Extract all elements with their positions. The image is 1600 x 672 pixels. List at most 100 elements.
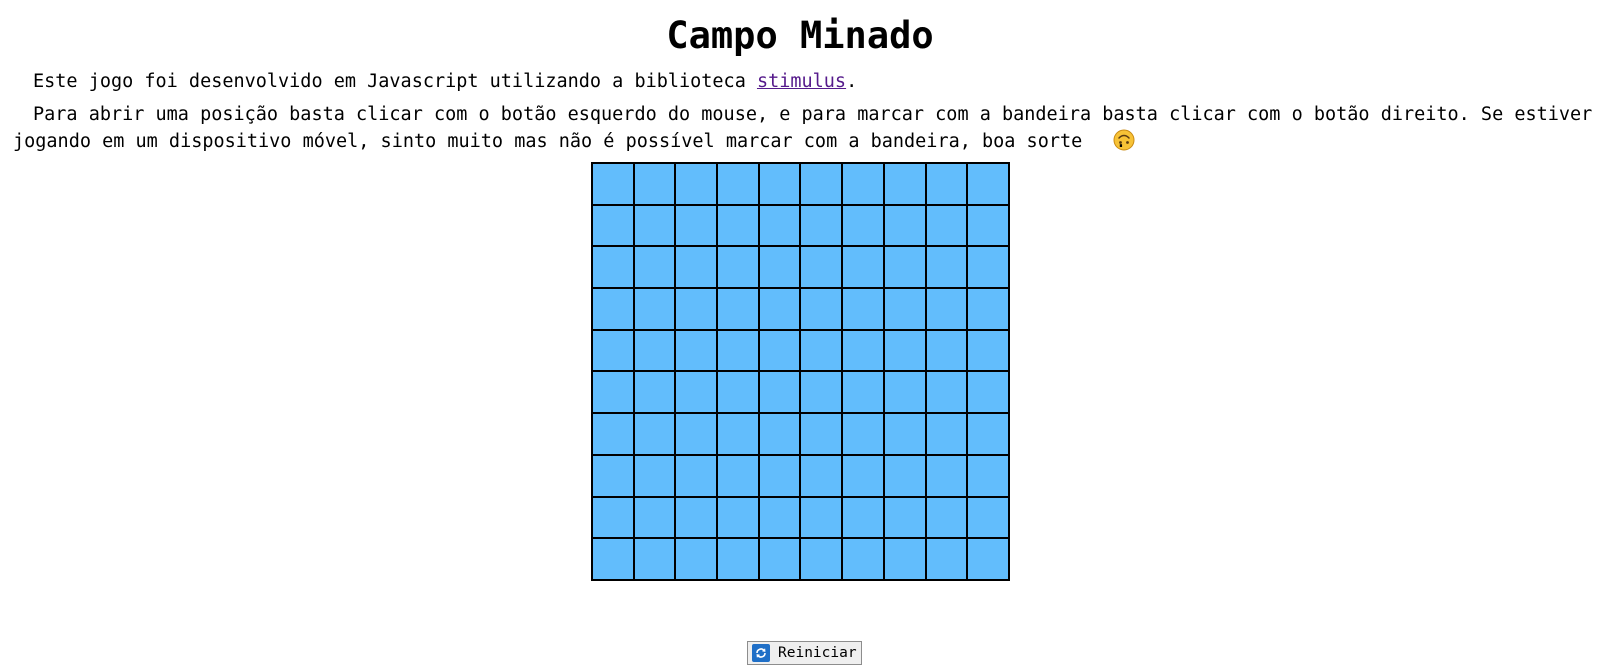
- board-cell[interactable]: [592, 246, 634, 289]
- board-cell[interactable]: [883, 496, 926, 539]
- board-cell[interactable]: [717, 496, 759, 539]
- board-cell[interactable]: [800, 163, 843, 205]
- board-cell[interactable]: [675, 329, 718, 372]
- board-cell[interactable]: [592, 329, 634, 372]
- board-cell[interactable]: [925, 288, 968, 330]
- board-cell[interactable]: [842, 288, 884, 330]
- board-cell[interactable]: [675, 204, 718, 247]
- board-cell[interactable]: [717, 329, 759, 372]
- board-cell[interactable]: [883, 371, 926, 414]
- board-cell[interactable]: [925, 413, 968, 455]
- board-cell[interactable]: [758, 371, 801, 414]
- board-cell[interactable]: [675, 538, 718, 580]
- board-cell[interactable]: [883, 246, 926, 289]
- board-cell[interactable]: [633, 496, 676, 539]
- board-cell[interactable]: [717, 204, 759, 247]
- board-cell[interactable]: [800, 496, 843, 539]
- board-cell[interactable]: [800, 413, 843, 455]
- board-cell[interactable]: [925, 329, 968, 372]
- board-cell[interactable]: [883, 329, 926, 372]
- board-cell[interactable]: [925, 371, 968, 414]
- board-cell[interactable]: [883, 288, 926, 330]
- board-cell[interactable]: [675, 163, 718, 205]
- stimulus-link[interactable]: stimulus: [757, 71, 846, 92]
- board-cell[interactable]: [967, 204, 1009, 247]
- board-cell[interactable]: [633, 288, 676, 330]
- board-cell[interactable]: [883, 413, 926, 455]
- board-cell[interactable]: [633, 454, 676, 497]
- board-cell[interactable]: [883, 538, 926, 580]
- board-cell[interactable]: [633, 204, 676, 247]
- board-cell[interactable]: [842, 538, 884, 580]
- board-cell[interactable]: [633, 246, 676, 289]
- board-cell[interactable]: [842, 454, 884, 497]
- board-cell[interactable]: [800, 329, 843, 372]
- board-cell[interactable]: [592, 496, 634, 539]
- board-cell[interactable]: [800, 454, 843, 497]
- board-cell[interactable]: [925, 204, 968, 247]
- board-cell[interactable]: [800, 288, 843, 330]
- board-cell[interactable]: [592, 204, 634, 247]
- board-cell[interactable]: [967, 413, 1009, 455]
- board-cell[interactable]: [758, 538, 801, 580]
- board-cell[interactable]: [967, 538, 1009, 580]
- board-cell[interactable]: [758, 496, 801, 539]
- board-cell[interactable]: [717, 163, 759, 205]
- board-cell[interactable]: [758, 163, 801, 205]
- board-cell[interactable]: [967, 163, 1009, 205]
- board-cell[interactable]: [925, 246, 968, 289]
- board-cell[interactable]: [967, 496, 1009, 539]
- board-cell[interactable]: [592, 454, 634, 497]
- board-cell[interactable]: [883, 163, 926, 205]
- board-cell[interactable]: [967, 371, 1009, 414]
- board-cell[interactable]: [800, 204, 843, 247]
- board-cell[interactable]: [925, 538, 968, 580]
- board-cell[interactable]: [717, 413, 759, 455]
- board-cell[interactable]: [675, 496, 718, 539]
- board-cell[interactable]: [675, 246, 718, 289]
- board-cell[interactable]: [758, 329, 801, 372]
- board-cell[interactable]: [800, 371, 843, 414]
- board-cell[interactable]: [800, 538, 843, 580]
- board-cell[interactable]: [592, 413, 634, 455]
- board-cell[interactable]: [633, 329, 676, 372]
- board-cell[interactable]: [842, 204, 884, 247]
- board-cell[interactable]: [842, 329, 884, 372]
- board-cell[interactable]: [717, 538, 759, 580]
- board-cell[interactable]: [758, 246, 801, 289]
- board-cell[interactable]: [633, 163, 676, 205]
- board-cell[interactable]: [675, 288, 718, 330]
- board-cell[interactable]: [883, 454, 926, 497]
- board-cell[interactable]: [842, 246, 884, 289]
- board-cell[interactable]: [883, 204, 926, 247]
- board-cell[interactable]: [800, 246, 843, 289]
- board-cell[interactable]: [592, 371, 634, 414]
- board-cell[interactable]: [967, 288, 1009, 330]
- board-cell[interactable]: [633, 371, 676, 414]
- board-cell[interactable]: [758, 204, 801, 247]
- board-cell[interactable]: [842, 163, 884, 205]
- board-cell[interactable]: [592, 538, 634, 580]
- board-cell[interactable]: [967, 329, 1009, 372]
- board-cell[interactable]: [717, 288, 759, 330]
- board-cell[interactable]: [758, 413, 801, 455]
- board-cell[interactable]: [717, 371, 759, 414]
- board-cell[interactable]: [842, 371, 884, 414]
- board-cell[interactable]: [675, 413, 718, 455]
- board-cell[interactable]: [717, 454, 759, 497]
- board-cell[interactable]: [925, 163, 968, 205]
- board-cell[interactable]: [633, 413, 676, 455]
- board-cell[interactable]: [592, 163, 634, 205]
- board-cell[interactable]: [967, 454, 1009, 497]
- board-cell[interactable]: [592, 288, 634, 330]
- board-cell[interactable]: [842, 413, 884, 455]
- restart-button[interactable]: Reiniciar: [747, 641, 862, 665]
- board-cell[interactable]: [967, 246, 1009, 289]
- board-cell[interactable]: [925, 496, 968, 539]
- board-cell[interactable]: [717, 246, 759, 289]
- board-cell[interactable]: [925, 454, 968, 497]
- board-cell[interactable]: [758, 454, 801, 497]
- board-cell[interactable]: [633, 538, 676, 580]
- board-cell[interactable]: [675, 371, 718, 414]
- board-cell[interactable]: [842, 496, 884, 539]
